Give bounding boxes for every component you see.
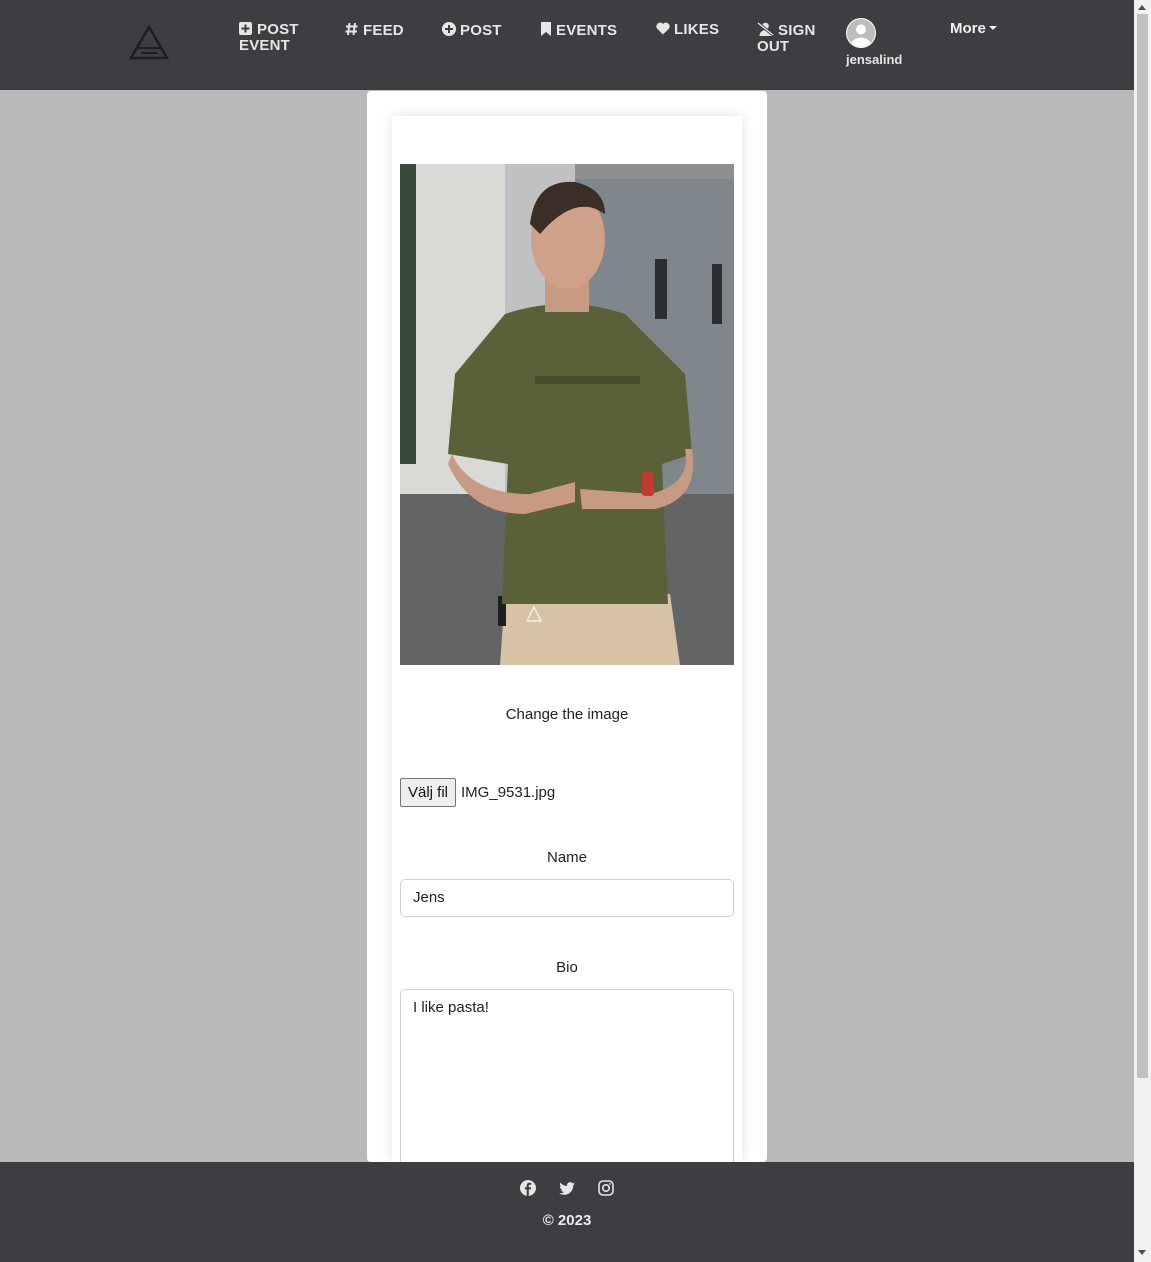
caret-down-icon: [988, 26, 997, 30]
scroll-up-arrow-icon[interactable]: [1138, 5, 1146, 10]
instagram-icon[interactable]: [598, 1180, 614, 1196]
hashtag-icon: [345, 22, 359, 36]
plus-circle-icon: [442, 22, 456, 36]
profile-image: [400, 164, 734, 665]
profile-link[interactable]: jensalind: [846, 18, 906, 67]
navbar: POST EVENT FEED POST EVENTS LIKES SIGN O…: [0, 0, 1134, 90]
bookmark-icon: [541, 22, 552, 36]
page-scrollbar[interactable]: [1134, 0, 1151, 1262]
user-slash-icon: [757, 21, 774, 37]
scroll-down-arrow-icon[interactable]: [1138, 1250, 1146, 1255]
nav-events-label: EVENTS: [556, 22, 618, 39]
nav-post-label: POST: [460, 22, 502, 39]
facebook-icon[interactable]: [519, 1180, 536, 1196]
plus-square-icon: [239, 22, 253, 36]
nav-likes[interactable]: LIKES: [656, 22, 719, 38]
name-input[interactable]: Jens: [400, 879, 734, 917]
footer: © 2023: [0, 1162, 1134, 1262]
nav-sign-out[interactable]: SIGN OUT: [757, 21, 815, 55]
bio-label: Bio: [556, 959, 578, 976]
nav-post-event[interactable]: POST EVENT: [239, 22, 299, 54]
scrollbar-thumb[interactable]: [1137, 14, 1148, 1078]
main-container: Change the image Välj fil IMG_9531.jpg N…: [367, 91, 767, 1169]
file-name: IMG_9531.jpg: [461, 783, 556, 801]
change-image-label: Change the image: [505, 706, 629, 723]
choose-file-button[interactable]: Välj fil: [400, 777, 457, 807]
bio-textarea[interactable]: I like pasta!: [400, 989, 734, 1169]
more-label: More: [950, 20, 986, 37]
username: jensalind: [846, 52, 903, 67]
nav-events[interactable]: EVENTS: [541, 22, 617, 39]
nav-post[interactable]: POST: [442, 22, 502, 39]
nav-likes-label: LIKES: [674, 21, 720, 38]
triangle-logo-icon[interactable]: [128, 24, 170, 62]
nav-feed[interactable]: FEED: [345, 22, 404, 39]
more-dropdown[interactable]: More: [950, 20, 997, 37]
file-input[interactable]: Välj fil IMG_9531.jpg: [400, 777, 555, 807]
default-avatar-icon: [847, 19, 875, 47]
nav-feed-label: FEED: [363, 22, 404, 39]
heart-icon: [656, 22, 670, 36]
avatar: [846, 18, 876, 48]
social-links: [0, 1180, 1134, 1200]
copyright-text: © 2023: [542, 1212, 592, 1229]
name-label: Name: [546, 849, 587, 866]
profile-edit-card: Change the image Välj fil IMG_9531.jpg N…: [392, 116, 742, 1169]
twitter-icon[interactable]: [559, 1181, 575, 1197]
